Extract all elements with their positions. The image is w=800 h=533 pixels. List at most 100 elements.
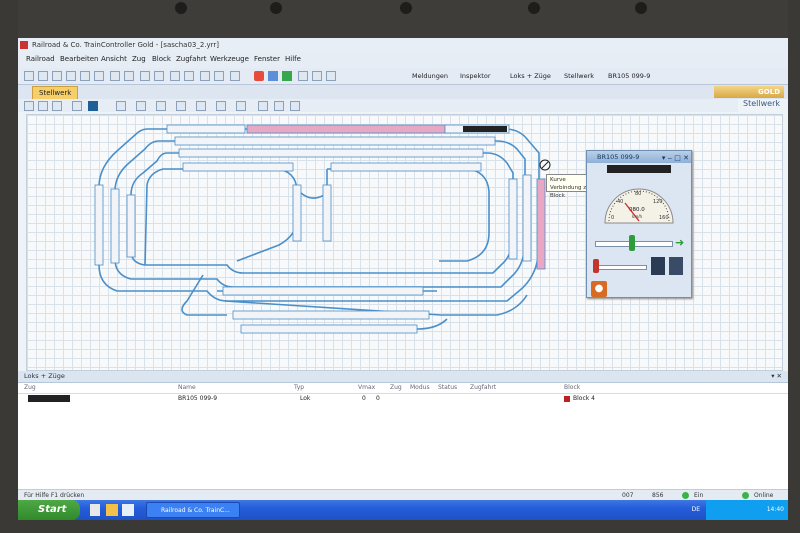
- menu-fenster[interactable]: Fenster: [254, 55, 280, 63]
- col-modus[interactable]: Modus: [410, 384, 430, 391]
- tab-inspektor[interactable]: Inspektor: [460, 69, 491, 83]
- block-segment[interactable]: [182, 162, 294, 172]
- pointer-icon[interactable]: [24, 101, 34, 111]
- grid-icon[interactable]: [200, 71, 210, 81]
- function-button-icon[interactable]: [669, 257, 683, 275]
- copy-icon[interactable]: [80, 71, 90, 81]
- block-icon[interactable]: [298, 71, 308, 81]
- route-icon[interactable]: [326, 71, 336, 81]
- direction-arrow-icon[interactable]: ➜: [675, 237, 684, 248]
- curve-icon[interactable]: [136, 101, 146, 111]
- start-button[interactable]: Start: [18, 500, 80, 520]
- folder-icon[interactable]: [106, 504, 118, 516]
- save-icon[interactable]: [52, 71, 62, 81]
- flag-icon[interactable]: [274, 101, 284, 111]
- quicklaunch-icon[interactable]: [90, 504, 100, 516]
- col-zug[interactable]: Zug: [24, 384, 36, 391]
- block-segment[interactable]: [222, 286, 424, 296]
- occupied-block[interactable]: [536, 178, 546, 270]
- tab-loco[interactable]: BR105 099-9: [608, 69, 650, 83]
- go-icon[interactable]: [282, 71, 292, 81]
- occupied-block[interactable]: [246, 124, 446, 134]
- throttle-handle[interactable]: [629, 235, 635, 251]
- print-icon[interactable]: [170, 71, 180, 81]
- col-typ[interactable]: Typ: [294, 384, 304, 391]
- block-segment[interactable]: [174, 136, 496, 146]
- menu-ansicht[interactable]: Ansicht: [101, 55, 127, 63]
- col-vmax[interactable]: Vmax: [358, 384, 375, 391]
- menu-werkzeuge[interactable]: Werkzeuge: [210, 55, 249, 63]
- windows-taskbar: Start Railroad & Co. TrainC... DE 14:40: [18, 500, 788, 520]
- table-row[interactable]: BR105 099-9 Lok 0 0 Block 4: [18, 394, 788, 404]
- signal-tool-icon[interactable]: [216, 101, 226, 111]
- clock[interactable]: 14:40: [767, 506, 784, 513]
- switch-icon[interactable]: [156, 101, 166, 111]
- light-bulb-icon[interactable]: ●: [591, 281, 607, 297]
- tab-meldungen[interactable]: Meldungen: [412, 69, 448, 83]
- zoom-out-icon[interactable]: [154, 71, 164, 81]
- rotate-icon[interactable]: [38, 101, 48, 111]
- panel-close-icon[interactable]: ▾ ✕: [771, 371, 782, 382]
- block-segment[interactable]: [178, 148, 484, 158]
- col-zugfahrt[interactable]: Zugfahrt: [470, 384, 496, 391]
- train-marker[interactable]: [463, 126, 507, 132]
- block-segment[interactable]: [126, 194, 136, 258]
- color-icon[interactable]: [88, 101, 98, 111]
- control-icon[interactable]: [268, 71, 278, 81]
- train-tool-icon[interactable]: [290, 101, 300, 111]
- block-tool-icon[interactable]: [176, 101, 186, 111]
- col-block[interactable]: Block: [564, 384, 580, 391]
- light-icon[interactable]: [258, 101, 268, 111]
- cut-icon[interactable]: [66, 71, 76, 81]
- window-buttons[interactable]: ▾ ‒ □ ✕: [662, 152, 689, 164]
- redo-icon[interactable]: [124, 71, 134, 81]
- open-icon[interactable]: [38, 71, 48, 81]
- col-name[interactable]: Name: [178, 384, 196, 391]
- system-tray: 14:40: [706, 500, 788, 520]
- menu-railroad[interactable]: Railroad: [26, 55, 55, 63]
- menu-bearbeiten[interactable]: Bearbeiten: [60, 55, 98, 63]
- contact-icon[interactable]: [196, 101, 206, 111]
- menu-hilfe[interactable]: Hilfe: [285, 55, 301, 63]
- row-name: BR105 099-9: [178, 395, 218, 402]
- settings-icon[interactable]: [230, 71, 240, 81]
- tab-stellwerk[interactable]: Stellwerk: [564, 69, 594, 83]
- block-segment[interactable]: [240, 324, 418, 334]
- stop-icon[interactable]: [254, 71, 264, 81]
- menu-block[interactable]: Block: [152, 55, 171, 63]
- zoom-in-icon[interactable]: [140, 71, 150, 81]
- block-segment[interactable]: [94, 184, 104, 266]
- block-segment[interactable]: [508, 178, 518, 260]
- language-indicator[interactable]: DE: [692, 500, 700, 520]
- brake-slider[interactable]: [595, 265, 647, 270]
- doc-tab-stellwerk[interactable]: Stellwerk: [32, 86, 79, 100]
- block-segment[interactable]: [166, 124, 246, 134]
- block-segment[interactable]: [330, 162, 482, 172]
- text-icon[interactable]: [236, 101, 246, 111]
- tab-loks-zuege[interactable]: Loks + Züge: [510, 69, 551, 83]
- menu-zugfahrt[interactable]: Zugfahrt: [176, 55, 207, 63]
- signal-icon[interactable]: [312, 71, 322, 81]
- block-segment[interactable]: [110, 188, 120, 264]
- block-segment[interactable]: [232, 310, 430, 320]
- block-segment[interactable]: [292, 184, 302, 242]
- print-preview-icon[interactable]: [184, 71, 194, 81]
- block-segment[interactable]: [322, 184, 332, 242]
- draw-icon[interactable]: [72, 101, 82, 111]
- fit-icon[interactable]: [214, 71, 224, 81]
- col-status[interactable]: Status: [438, 384, 457, 391]
- online-led-icon: [742, 492, 749, 499]
- taskbar-app-button[interactable]: Railroad & Co. TrainC...: [146, 502, 240, 518]
- loco-control-window[interactable]: BR105 099-9 ▾ ‒ □ ✕ 0 40 80 120 160 080.…: [586, 150, 692, 298]
- col-zug2[interactable]: Zug: [390, 384, 402, 391]
- line-icon[interactable]: [116, 101, 126, 111]
- menu-zug[interactable]: Zug: [132, 55, 146, 63]
- paste-icon[interactable]: [94, 71, 104, 81]
- block-segment[interactable]: [522, 174, 532, 262]
- pen-icon[interactable]: [52, 101, 62, 111]
- new-icon[interactable]: [24, 71, 34, 81]
- undo-icon[interactable]: [110, 71, 120, 81]
- brake-handle[interactable]: [593, 259, 599, 273]
- function-button-icon[interactable]: [651, 257, 665, 275]
- quicklaunch-icon[interactable]: [122, 504, 134, 516]
